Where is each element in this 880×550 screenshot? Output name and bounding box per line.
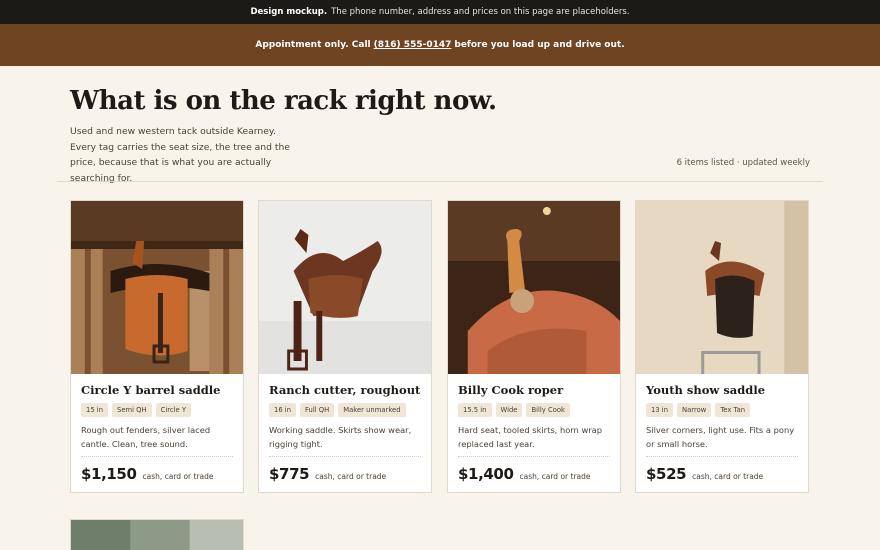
- tree-tag: Wide: [495, 403, 523, 417]
- listing-description: Hard seat, tooled skirts, horn wrap repl…: [458, 425, 602, 449]
- saddle-photo[interactable]: [448, 201, 620, 374]
- section-divider: [57, 181, 823, 182]
- price-row: $775 cash, card or trade: [269, 456, 421, 483]
- listing-card[interactable]: Billy Cook roper 15.5 in Wide Billy Cook…: [447, 200, 621, 493]
- spec-tags: 15 in Semi QH Circle Y: [81, 403, 192, 417]
- page-intro: Used and new western tack outside Kearne…: [70, 126, 290, 184]
- appointment-bar: Appointment only. Call (816) 555-0147 be…: [0, 24, 880, 66]
- page-title: What is on the rack right now.: [70, 86, 497, 116]
- listing-card[interactable]: Circle Y barrel saddle 15 in Semi QH Cir…: [70, 200, 244, 493]
- disclaimer-label: Design mockup.: [250, 7, 328, 17]
- seat-size-tag: 13 in: [646, 403, 674, 417]
- price: $1,400: [458, 465, 514, 483]
- listing-description: Rough out fenders, silver laced cantle. …: [81, 425, 211, 449]
- payment-options: cash, card or trade: [315, 472, 387, 481]
- listing-title: Billy Cook roper: [458, 383, 564, 397]
- payment-options: cash, card or trade: [142, 472, 214, 481]
- disclaimer-bar: Design mockup. The phone number, address…: [0, 0, 880, 24]
- maker-tag: Billy Cook: [526, 403, 570, 417]
- listing-title: Circle Y barrel saddle: [81, 383, 221, 397]
- disclaimer-text: The phone number, address and prices on …: [331, 7, 630, 17]
- hero: What is on the rack right now. Used and …: [0, 66, 880, 184]
- payment-options: cash, card or trade: [519, 472, 591, 481]
- appointment-pre: Appointment only. Call: [255, 40, 371, 50]
- listing-card[interactable]: Ranch cutter, roughout 16 in Full QH Mak…: [258, 200, 432, 493]
- saddle-photo[interactable]: [71, 520, 243, 550]
- price-row: $525 cash, card or trade: [646, 456, 798, 483]
- payment-options: cash, card or trade: [692, 472, 764, 481]
- seat-size-tag: 15 in: [81, 403, 109, 417]
- price-row: $1,400 cash, card or trade: [458, 456, 610, 483]
- saddle-photo[interactable]: [71, 201, 243, 374]
- price: $1,150: [81, 465, 137, 483]
- seat-size-tag: 16 in: [269, 403, 297, 417]
- seat-size-tag: 15.5 in: [458, 403, 492, 417]
- price: $775: [269, 465, 310, 483]
- listing-card[interactable]: [70, 519, 244, 550]
- listing-card[interactable]: Youth show saddle 13 in Narrow Tex Tan S…: [635, 200, 809, 493]
- saddle-photo[interactable]: [259, 201, 431, 374]
- maker-tag: Tex Tan: [715, 403, 751, 417]
- tree-tag: Semi QH: [112, 403, 152, 417]
- price-row: $1,150 cash, card or trade: [81, 456, 233, 483]
- saddle-photo[interactable]: [636, 201, 808, 374]
- phone-link[interactable]: (816) 555-0147: [374, 40, 452, 50]
- tree-tag: Narrow: [677, 403, 712, 417]
- price: $525: [646, 465, 687, 483]
- listing-description: Working saddle. Skirts show wear, riggin…: [269, 425, 412, 449]
- spec-tags: 16 in Full QH Maker unmarked: [269, 403, 406, 417]
- maker-tag: Circle Y: [155, 403, 192, 417]
- appointment-post: before you load up and drive out.: [454, 40, 625, 50]
- tree-tag: Full QH: [300, 403, 335, 417]
- spec-tags: 13 in Narrow Tex Tan: [646, 403, 751, 417]
- maker-tag: Maker unmarked: [338, 403, 406, 417]
- spec-tags: 15.5 in Wide Billy Cook: [458, 403, 570, 417]
- listing-title: Youth show saddle: [646, 383, 766, 397]
- listing-description: Silver corners, light use. Fits a pony o…: [646, 425, 795, 449]
- listing-title: Ranch cutter, roughout: [269, 383, 421, 397]
- listing-count: 6 items listed · updated weekly: [676, 158, 810, 168]
